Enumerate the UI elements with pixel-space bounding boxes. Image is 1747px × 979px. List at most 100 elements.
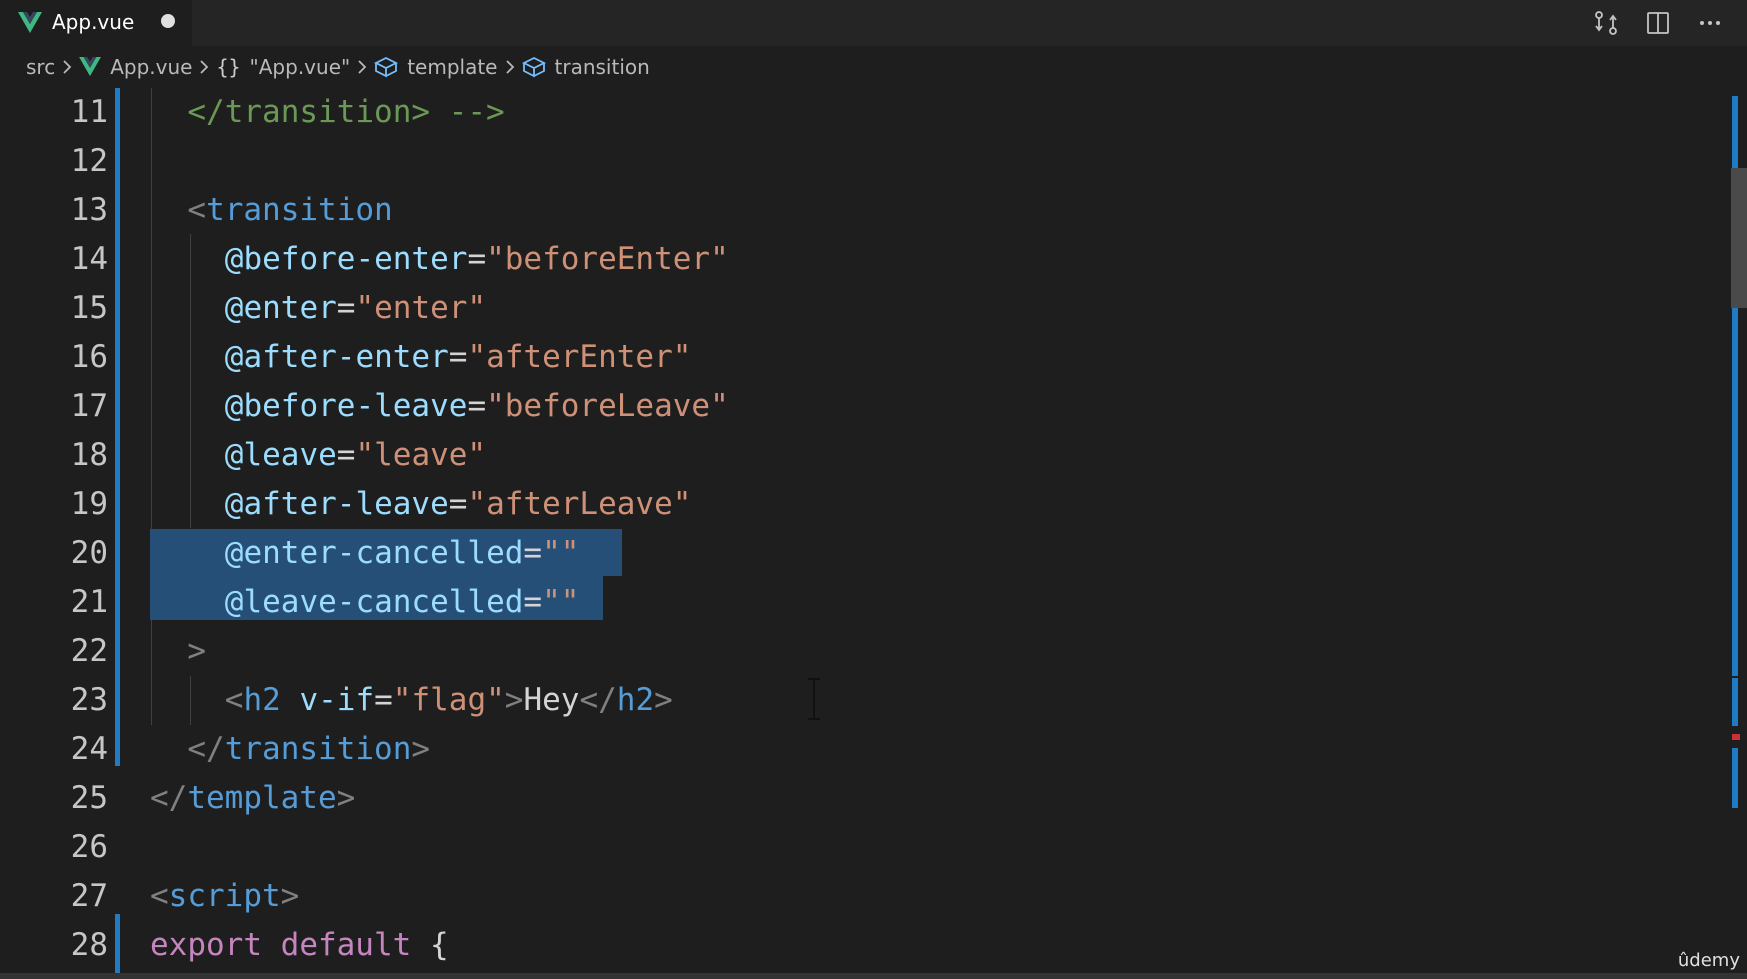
line-number: 24 — [70, 731, 108, 767]
code-line[interactable]: @after-leave="afterLeave" — [225, 480, 692, 529]
code-token: > — [280, 878, 300, 914]
code-token: "beforeLeave" — [486, 388, 729, 424]
code-token: < — [187, 192, 207, 228]
modified-lines-indicator — [115, 914, 120, 973]
code-token: template — [187, 780, 337, 816]
cube-icon — [374, 56, 399, 78]
tab-app-vue[interactable]: App.vue — [0, 0, 192, 46]
line-number: 21 — [70, 584, 108, 620]
breadcrumb-item-template[interactable]: template — [374, 55, 498, 79]
more-actions-icon[interactable] — [1695, 8, 1725, 38]
code-token: </ — [579, 682, 617, 718]
code-line[interactable]: @leave="leave" — [225, 431, 486, 480]
tab-bar: App.vue — [0, 0, 1747, 46]
watermark: ûdemy — [1677, 950, 1740, 971]
line-number: 20 — [70, 535, 108, 571]
indent-guide — [151, 88, 152, 725]
code-line[interactable]: </transition> --> — [187, 88, 504, 137]
code-token: "flag" — [392, 682, 505, 718]
code-token: </transition> --> — [187, 94, 505, 130]
code-token: = — [336, 437, 356, 473]
chevron-right-icon — [357, 59, 367, 75]
code-token: "" — [542, 535, 580, 571]
code-token: "afterEnter" — [467, 339, 692, 375]
code-line[interactable]: @before-enter="beforeEnter" — [225, 235, 729, 284]
code-token: > — [187, 633, 207, 669]
code-token: transition — [206, 192, 393, 228]
line-number: 16 — [70, 339, 108, 375]
code-line[interactable]: @enter="enter" — [225, 284, 486, 333]
code-line[interactable]: </transition> — [187, 725, 430, 774]
code-token: = — [467, 388, 487, 424]
chevron-right-icon — [62, 59, 72, 75]
line-number: 28 — [70, 927, 108, 963]
code-token: @after-leave — [224, 486, 449, 522]
code-token: @before-enter — [224, 241, 468, 277]
code-line[interactable]: @before-leave="beforeLeave" — [225, 382, 729, 431]
line-number: 25 — [70, 780, 108, 816]
line-number: 27 — [70, 878, 108, 914]
code-token: > — [336, 780, 356, 816]
vertical-scrollbar[interactable] — [1730, 88, 1747, 973]
code-token: = — [523, 584, 543, 620]
line-number: 14 — [70, 241, 108, 277]
code-line[interactable]: @after-enter="afterEnter" — [225, 333, 692, 382]
code-token: export — [150, 927, 262, 963]
vue-logo-icon — [79, 57, 102, 77]
code-editor[interactable]: 11 </transition> --> 12 13 <transition 14 @bef… — [0, 88, 1747, 973]
vue-logo-icon — [18, 12, 42, 33]
breadcrumb: src App.vue {} "App.vue" template transi… — [0, 46, 1747, 88]
line-number: 22 — [70, 633, 108, 669]
status-bar-edge — [0, 973, 1747, 979]
line-number: 17 — [70, 388, 108, 424]
code-line[interactable]: <script> — [150, 872, 299, 921]
unsaved-dot-icon[interactable] — [161, 14, 175, 28]
braces-icon: {} — [216, 55, 241, 79]
overview-change-marker — [1732, 748, 1738, 808]
code-token: = — [467, 241, 487, 277]
code-line[interactable]: export default { — [150, 921, 449, 970]
code-token: @enter — [224, 290, 337, 326]
code-token: </ — [187, 731, 225, 767]
code-token: h2 — [616, 682, 655, 718]
code-token: < — [224, 682, 244, 718]
code-token: @before-leave — [224, 388, 468, 424]
code-token: > — [411, 731, 431, 767]
breadcrumb-item-transition[interactable]: transition — [521, 55, 650, 79]
code-token: Hey — [523, 682, 580, 718]
code-line[interactable]: @leave-cancelled="" — [225, 578, 580, 627]
code-token: @enter-cancelled — [224, 535, 524, 571]
indent-guide — [190, 234, 191, 528]
code-token: "afterLeave" — [467, 486, 692, 522]
line-number: 19 — [70, 486, 108, 522]
code-line[interactable]: > — [187, 627, 206, 676]
code-line[interactable]: @enter-cancelled="" — [225, 529, 580, 578]
cube-icon — [521, 56, 546, 78]
scrollbar-thumb[interactable] — [1731, 168, 1747, 308]
code-token: { — [411, 927, 449, 963]
code-token: = — [374, 682, 393, 718]
breadcrumb-item-module[interactable]: {} "App.vue" — [216, 55, 350, 79]
modified-lines-indicator — [115, 88, 120, 766]
code-line[interactable]: <transition — [187, 186, 392, 235]
split-editor-icon[interactable] — [1643, 8, 1673, 38]
line-number: 23 — [70, 682, 108, 718]
breadcrumb-item-app-vue[interactable]: App.vue — [79, 55, 192, 79]
open-changes-icon[interactable] — [1591, 8, 1621, 38]
overview-error-marker — [1732, 734, 1740, 740]
code-line[interactable]: </template> — [150, 774, 355, 823]
code-token: > — [504, 682, 524, 718]
breadcrumb-item-src[interactable]: src — [26, 55, 55, 79]
text-cursor-icon — [808, 678, 820, 720]
editor-actions — [1591, 8, 1725, 38]
overview-change-marker — [1732, 678, 1738, 726]
code-token: = — [336, 290, 356, 326]
code-token: @leave — [224, 437, 337, 473]
chevron-right-icon — [199, 59, 209, 75]
code-line[interactable]: <h2 v-if="flag">Hey</h2> — [225, 676, 673, 725]
code-token: > — [654, 682, 673, 718]
code-token: h2 — [243, 682, 281, 718]
code-token: transition — [224, 731, 412, 767]
